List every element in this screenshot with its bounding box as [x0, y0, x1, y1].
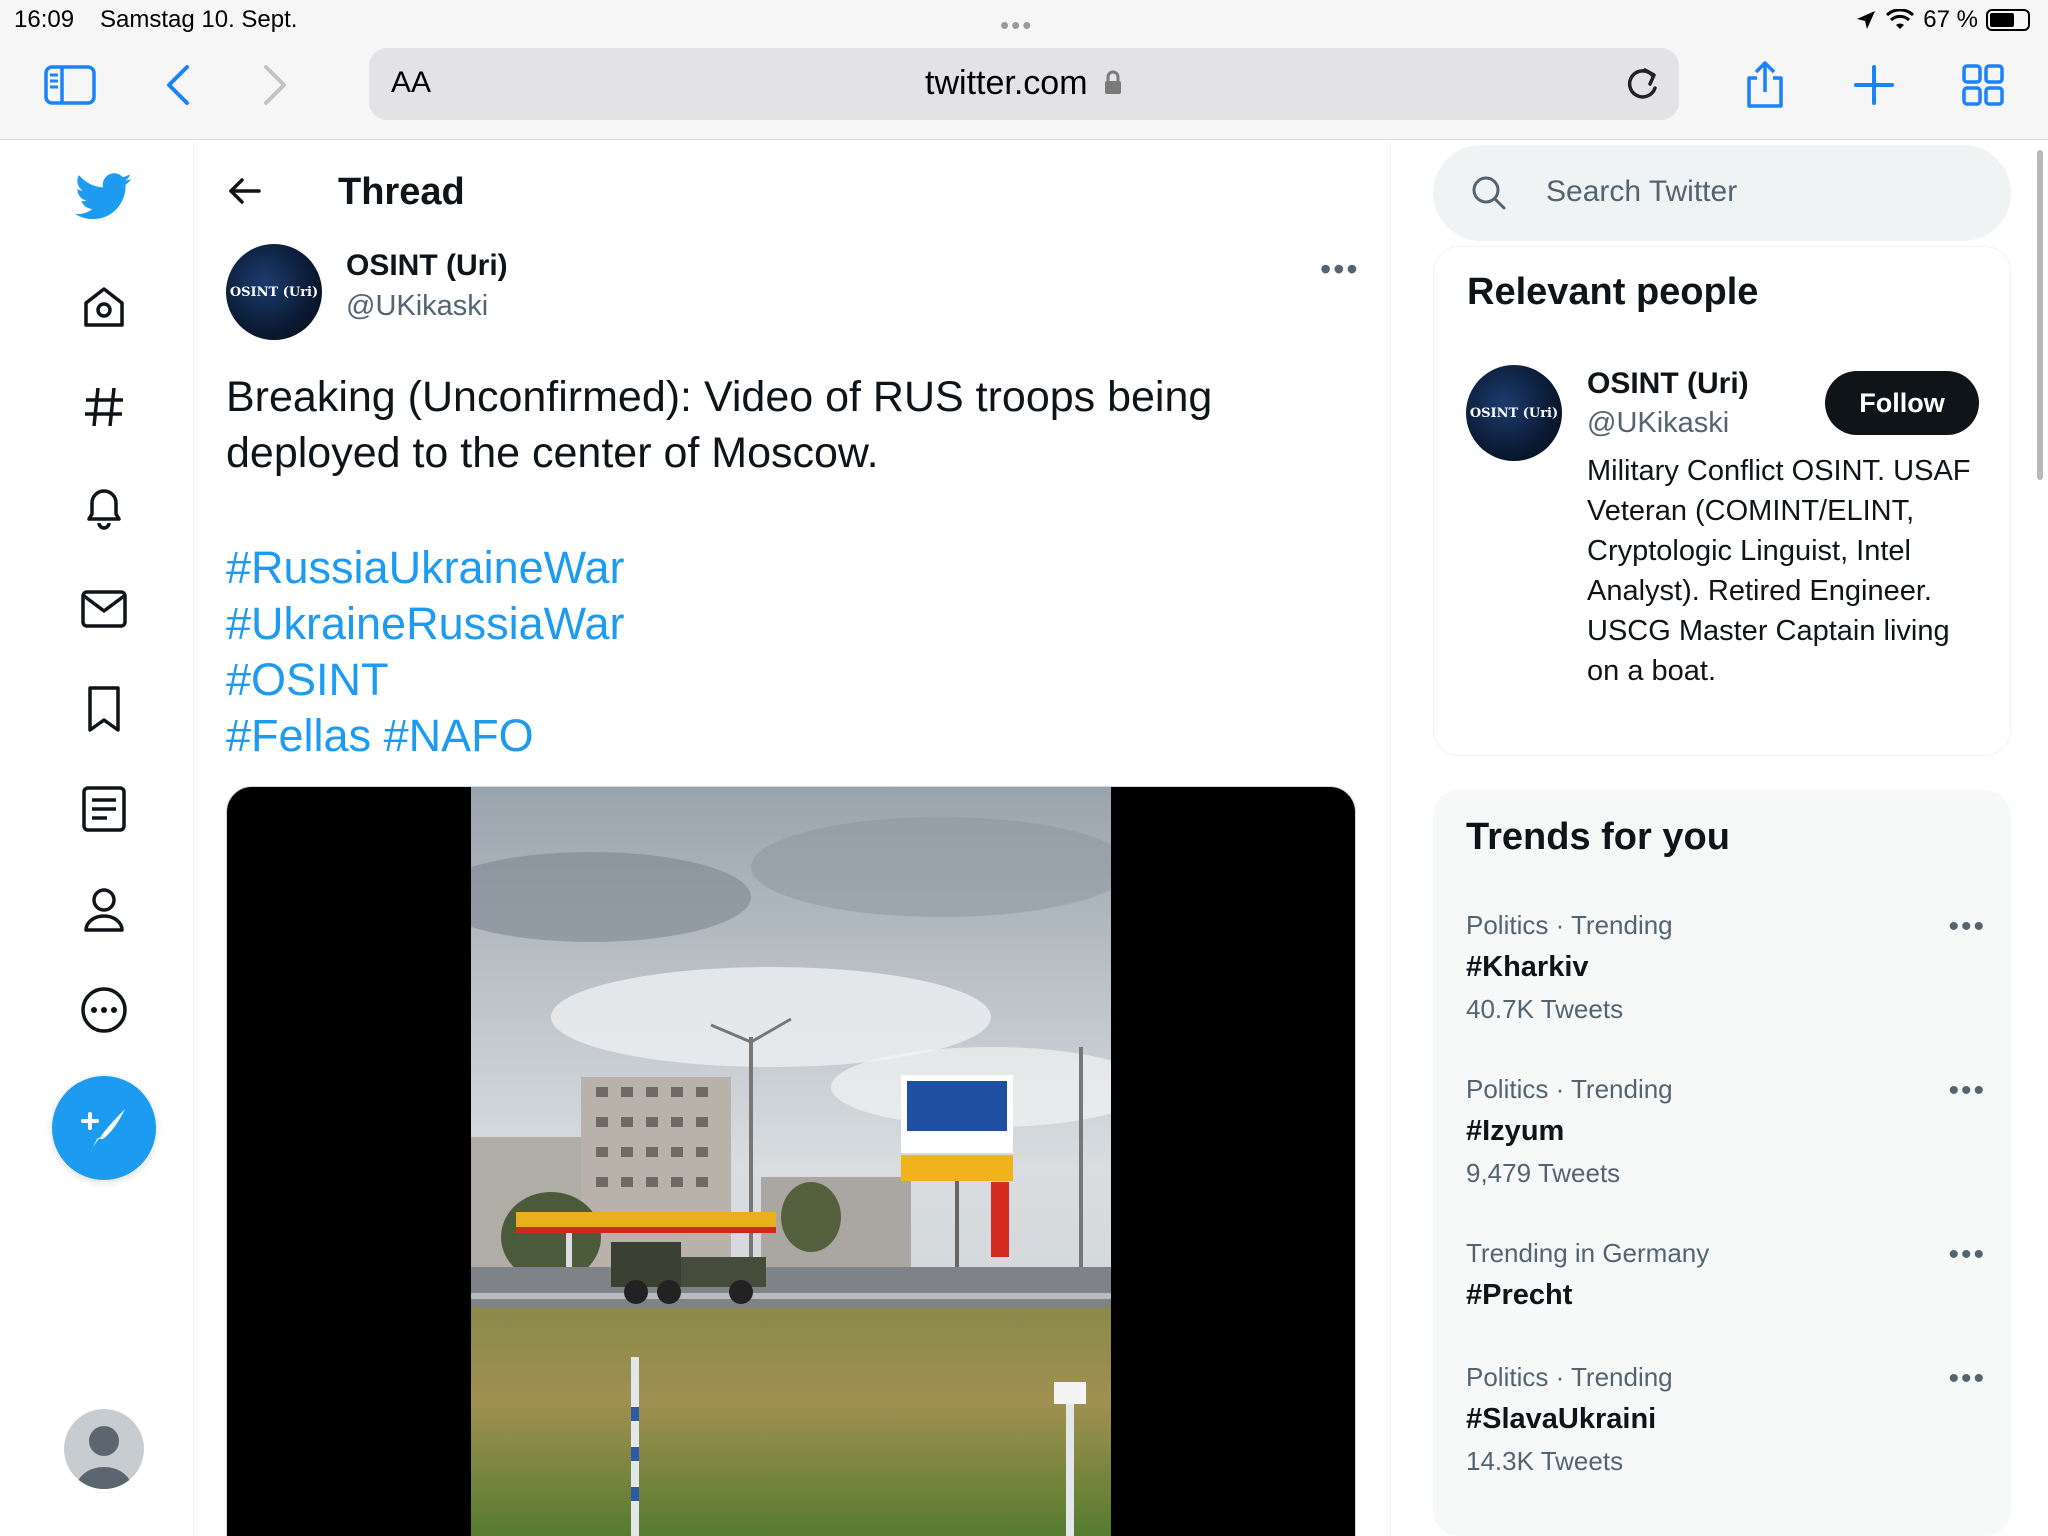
- forward-icon[interactable]: [247, 60, 303, 110]
- page-title: Thread: [338, 171, 465, 213]
- location-icon: [1857, 11, 1876, 29]
- user-avatar[interactable]: [64, 1409, 144, 1489]
- lock-icon: [1104, 70, 1121, 94]
- battery-fill: [1990, 13, 2015, 27]
- tweet-video[interactable]: [226, 786, 1356, 1536]
- trend-name: #Kharkiv: [1466, 951, 1589, 983]
- status-indicators: 67 %: [1855, 6, 2030, 34]
- list-icon[interactable]: [66, 771, 142, 847]
- trend-more-dots-icon[interactable]: •••: [1948, 1238, 1986, 1272]
- bookmark-icon[interactable]: [66, 671, 142, 747]
- trend-category: Politics · Trending: [1466, 1074, 1673, 1104]
- tweet-text: Breaking (Unconfirmed): Video of RUS tro…: [226, 373, 1213, 477]
- profile-icon[interactable]: [66, 872, 142, 948]
- url-display[interactable]: twitter.com: [369, 64, 1679, 103]
- compose-icon: [81, 1109, 125, 1147]
- hashtag-link[interactable]: #OSINT: [226, 652, 624, 708]
- author-name[interactable]: OSINT (Uri): [346, 249, 508, 283]
- trend-count: 40.7K Tweets: [1466, 994, 1624, 1024]
- home-icon[interactable]: [66, 269, 142, 345]
- trend-item[interactable]: Politics · Trending #Izyum 9,479 Tweets …: [1466, 1074, 1986, 1189]
- search-bar[interactable]: Search Twitter: [1433, 145, 2011, 241]
- battery-icon: [1986, 9, 2030, 31]
- search-input[interactable]: Search Twitter: [1546, 175, 1737, 209]
- trends-panel: Trends for you Politics · Trending #Khar…: [1433, 790, 2011, 1536]
- status-date: Samstag 10. Sept.: [100, 6, 298, 33]
- avatar-text: OSINT (Uri): [229, 284, 319, 300]
- share-icon[interactable]: [1737, 60, 1793, 110]
- trend-count: 14.3K Tweets: [1466, 1446, 1624, 1476]
- sidebar-icon[interactable]: [42, 60, 98, 110]
- relevant-people-title: Relevant people: [1467, 271, 1759, 313]
- wifi-icon: [1886, 9, 1915, 29]
- avatar-text: OSINT (Uri): [1469, 405, 1559, 421]
- trend-more-dots-icon[interactable]: •••: [1948, 910, 1986, 944]
- compose-tweet-button[interactable]: [52, 1076, 156, 1180]
- bell-icon[interactable]: [66, 469, 142, 545]
- hashtag-link[interactable]: #RussiaUkraineWar: [226, 540, 624, 596]
- hashtag-link[interactable]: #UkraineRussiaWar: [226, 596, 624, 652]
- follow-button[interactable]: Follow: [1825, 371, 1979, 435]
- status-time: 16:09: [14, 6, 75, 33]
- plus-icon[interactable]: [1846, 60, 1902, 110]
- trend-category: Politics · Trending: [1466, 1362, 1673, 1392]
- back-arrow-icon[interactable]: [225, 171, 265, 211]
- url-text: twitter.com: [925, 64, 1088, 102]
- trend-more-dots-icon[interactable]: •••: [1948, 1362, 1986, 1396]
- left-navigation: [0, 141, 194, 1536]
- page-scrollbar[interactable]: [2037, 150, 2043, 480]
- tweet-more-dots-icon[interactable]: •••: [1320, 251, 1360, 288]
- hashtag-icon[interactable]: [66, 369, 142, 445]
- person-bio: Military Conflict OSINT. USAF Veteran (C…: [1587, 455, 1971, 687]
- trend-more-dots-icon[interactable]: •••: [1948, 1074, 1986, 1108]
- address-bar[interactable]: AA twitter.com: [369, 48, 1679, 120]
- trend-item[interactable]: Politics · Trending #SlavaUkraini 14.3K …: [1466, 1362, 1986, 1477]
- video-frame: [471, 787, 1111, 1536]
- trend-name: #SlavaUkraini: [1466, 1403, 1657, 1435]
- person-handle[interactable]: @UKikaski: [1587, 407, 1729, 440]
- trend-category: Politics · Trending: [1466, 910, 1673, 940]
- battery-percentage: 67 %: [1923, 6, 1978, 33]
- trend-name: #Izyum: [1466, 1115, 1565, 1147]
- trend-count: 9,479 Tweets: [1466, 1158, 1621, 1188]
- multitasking-dots-icon[interactable]: •••: [1000, 10, 1033, 41]
- browser-topbar: 16:09 Samstag 10. Sept. ••• 67 % AA twit…: [0, 0, 2048, 140]
- search-icon: [1471, 175, 1507, 216]
- hashtag-link[interactable]: #Fellas #NAFO: [226, 708, 624, 764]
- trend-item[interactable]: Politics · Trending #Kharkiv 40.7K Tweet…: [1466, 910, 1986, 1025]
- relevant-people-card: Relevant people OSINT (Uri) OSINT (Uri) …: [1433, 246, 2011, 756]
- tabs-icon[interactable]: [1955, 60, 2011, 110]
- trend-category: Trending in Germany: [1466, 1238, 1710, 1268]
- tweet-hashtags: #RussiaUkraineWar #UkraineRussiaWar #OSI…: [226, 540, 624, 764]
- author-handle[interactable]: @UKikaski: [346, 290, 488, 323]
- trends-title: Trends for you: [1466, 816, 1730, 858]
- back-icon[interactable]: [150, 60, 206, 110]
- person-avatar[interactable]: OSINT (Uri): [1466, 365, 1562, 461]
- thread-column: Thread OSINT (Uri) OSINT (Uri) @UKikaski…: [195, 141, 1391, 1536]
- trend-item[interactable]: Trending in Germany #Precht •••: [1466, 1238, 1986, 1312]
- reload-icon[interactable]: [1623, 64, 1661, 109]
- mail-icon[interactable]: [66, 571, 142, 647]
- more-circle-icon[interactable]: [66, 972, 142, 1048]
- person-name[interactable]: OSINT (Uri): [1587, 367, 1749, 401]
- trend-name: #Precht: [1466, 1279, 1573, 1311]
- author-avatar[interactable]: OSINT (Uri): [226, 244, 322, 340]
- twitter-logo-icon[interactable]: [66, 159, 142, 235]
